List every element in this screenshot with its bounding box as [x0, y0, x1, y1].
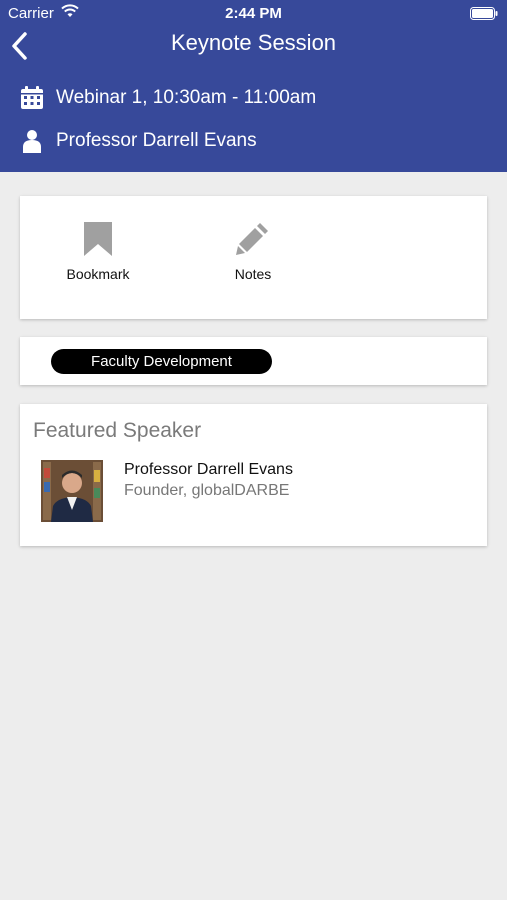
notes-button[interactable]: Notes [208, 220, 298, 282]
featured-speaker-card: Featured Speaker Professor Darrell Evans… [20, 404, 487, 546]
avatar [41, 460, 103, 522]
pencil-icon [236, 223, 268, 255]
status-bar: Carrier 2:44 PM [0, 0, 507, 28]
section-title: Featured Speaker [33, 419, 202, 442]
speaker-name: Professor Darrell Evans [124, 461, 293, 478]
notes-label: Notes [234, 266, 272, 282]
session-speaker-row: Professor Darrell Evans [20, 129, 257, 153]
header: Carrier 2:44 PM Keynote Session Webinar … [0, 0, 507, 172]
session-speaker: Professor Darrell Evans [56, 130, 257, 151]
bookmark-icon [84, 222, 112, 256]
session-time: Webinar 1, 10:30am - 11:00am [56, 87, 317, 108]
calendar-icon [21, 86, 43, 109]
bookmark-label: Bookmark [66, 266, 130, 282]
speaker-role: Founder, globalDARBE [124, 482, 290, 499]
tag-faculty-development[interactable]: Faculty Development [51, 349, 272, 374]
bookmark-button[interactable]: Bookmark [53, 220, 143, 282]
actions-card: Bookmark Notes [20, 196, 487, 319]
speaker-list-item[interactable]: Professor Darrell Evans Founder, globalD… [41, 460, 471, 522]
session-time-row: Webinar 1, 10:30am - 11:00am [20, 86, 316, 110]
person-icon [23, 130, 41, 153]
status-time: 2:44 PM [225, 5, 282, 22]
page-title: Keynote Session [170, 30, 337, 55]
battery-icon [470, 7, 498, 20]
tags-card: Faculty Development [20, 337, 487, 385]
